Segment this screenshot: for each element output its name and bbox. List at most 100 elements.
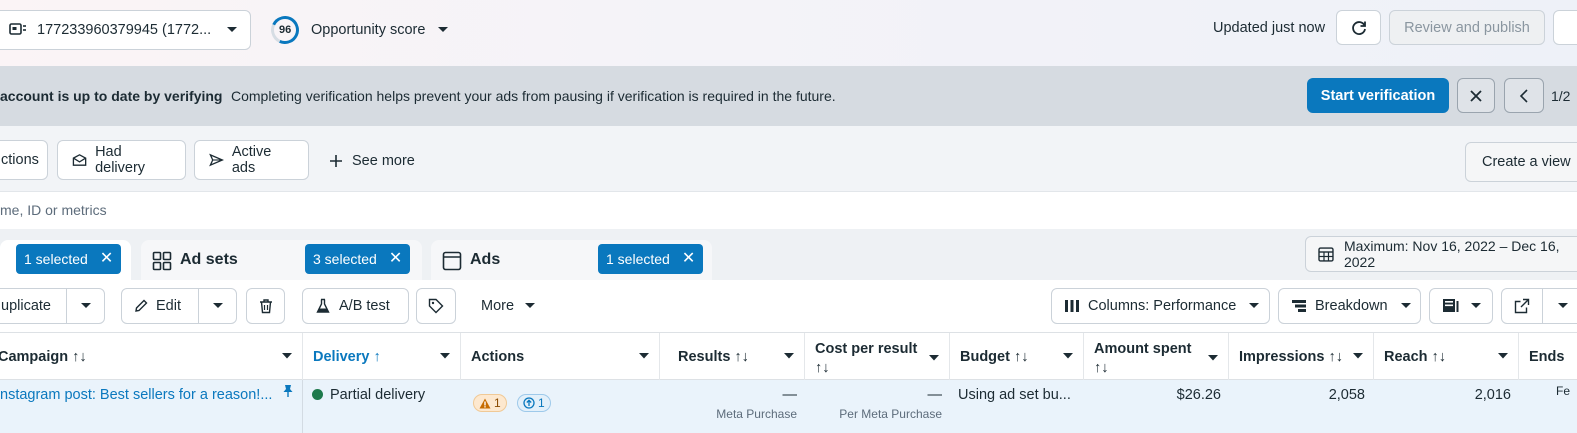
chevron-down-icon — [1557, 303, 1568, 308]
clear-selection-icon[interactable]: ✕ — [682, 251, 695, 267]
tab-ad-sets[interactable]: Ad sets 3 selected ✕ — [141, 240, 422, 280]
column-header-ends[interactable]: Ends — [1519, 333, 1577, 380]
table-row[interactable]: nstagram post: Best sellers for a reason… — [0, 380, 1577, 433]
ab-test-label: A/B test — [339, 298, 390, 314]
delete-button[interactable] — [246, 288, 285, 324]
column-header-budget[interactable]: Budget ↑↓ — [950, 333, 1084, 380]
warning-icon — [479, 398, 491, 408]
column-header-delivery[interactable]: Delivery ↑ — [303, 333, 461, 380]
column-label: Delivery ↑ — [313, 349, 381, 365]
reports-button[interactable] — [1429, 288, 1493, 324]
pin-icon[interactable] — [282, 384, 294, 398]
column-header-campaign[interactable]: Campaign ↑↓ — [0, 333, 303, 380]
duplicate-button[interactable]: uplicate — [0, 289, 66, 323]
refresh-button[interactable] — [1336, 10, 1381, 45]
see-more-button[interactable]: See more — [330, 153, 415, 169]
column-label: Ends — [1529, 349, 1565, 365]
ads-selected-pill[interactable]: 1 selected ✕ — [598, 244, 704, 274]
dismiss-banner-button[interactable] — [1457, 78, 1495, 113]
send-icon — [209, 153, 224, 167]
filter-chip-label: Had delivery — [95, 144, 146, 176]
chevron-left-icon — [1519, 88, 1528, 103]
verification-banner: account is up to date by verifying Compl… — [0, 66, 1577, 126]
clear-selection-icon[interactable]: ✕ — [100, 251, 113, 267]
breakdown-button[interactable]: Breakdown — [1278, 288, 1421, 324]
banner-message: Completing verification helps prevent yo… — [231, 88, 836, 104]
more-options-button[interactable] — [1553, 10, 1577, 45]
selected-count: 1 selected — [606, 251, 670, 267]
date-range-picker[interactable]: Maximum: Nov 16, 2022 – Dec 16, 2022 — [1305, 236, 1577, 272]
filter-chip-active-ads[interactable]: Active ads — [194, 140, 309, 180]
duplicate-label: uplicate — [1, 298, 51, 314]
banner-previous-button[interactable] — [1504, 78, 1544, 113]
campaigns-selected-pill[interactable]: 1 selected ✕ — [16, 244, 122, 274]
filter-bar: ctions Had delivery Active ads See more … — [0, 126, 1577, 192]
tab-ads[interactable]: Ads 1 selected ✕ — [431, 240, 712, 280]
column-header-results[interactable]: Results ↑↓ — [660, 333, 805, 380]
chevron-down-icon — [1498, 353, 1508, 359]
filter-chip-label: Active ads — [231, 144, 272, 176]
export-dropdown[interactable] — [1542, 289, 1577, 323]
edit-button-group: Edit — [121, 288, 237, 324]
column-header-actions[interactable]: Actions — [461, 333, 660, 380]
results-value: — — [782, 387, 798, 403]
filter-chip-had-delivery[interactable]: Had delivery — [57, 140, 186, 180]
trash-icon — [259, 299, 272, 314]
review-and-publish-button[interactable]: Review and publish — [1389, 10, 1545, 45]
columns-icon — [1065, 300, 1079, 312]
column-header-amount-spent[interactable]: Amount spent ↑↓ — [1084, 333, 1229, 380]
column-label: Actions — [471, 349, 525, 365]
chevron-down-icon — [1471, 303, 1481, 308]
column-header-impressions[interactable]: Impressions ↑↓ — [1229, 333, 1374, 380]
duplicate-dropdown[interactable] — [66, 289, 104, 323]
selected-count: 3 selected — [313, 251, 377, 267]
edit-label: Edit — [156, 298, 181, 314]
pencil-icon — [135, 299, 148, 312]
more-button[interactable]: More — [481, 298, 536, 314]
envelope-icon — [72, 154, 87, 166]
reports-icon — [1443, 299, 1459, 312]
tag-button[interactable] — [416, 288, 456, 324]
chevron-down-icon — [929, 355, 939, 361]
tab-label: Ads — [470, 251, 501, 268]
campaign-name-link[interactable]: nstagram post: Best sellers for a reason… — [0, 387, 272, 403]
warning-badge[interactable]: 1 — [473, 394, 507, 412]
duplicate-button-group: uplicate — [0, 288, 105, 324]
column-header-reach[interactable]: Reach ↑↓ — [1374, 333, 1519, 380]
tab-campaigns[interactable]: 1 selected ✕ — [0, 240, 131, 280]
start-verification-button[interactable]: Start verification — [1307, 78, 1449, 113]
account-icon — [9, 23, 26, 35]
cell-campaign: nstagram post: Best sellers for a reason… — [0, 380, 303, 433]
banner-page-index: 1/2 — [1551, 88, 1571, 104]
column-header-cost-per-result[interactable]: Cost per result ↑↓ — [805, 333, 950, 380]
ab-test-button[interactable]: A/B test — [302, 288, 409, 324]
date-range-label: Maximum: Nov 16, 2022 – Dec 16, 2022 — [1343, 238, 1560, 270]
search-input[interactable] — [0, 202, 600, 218]
chevron-down-icon — [282, 353, 292, 359]
recommendation-count: 1 — [538, 396, 545, 410]
export-button[interactable] — [1502, 289, 1542, 323]
create-view-button[interactable]: Create a view — [1465, 142, 1577, 182]
account-selector[interactable]: 177233960379945 (1772... — [0, 10, 251, 50]
tab-label: Ad sets — [180, 251, 238, 268]
reach-value: 2,016 — [1474, 387, 1511, 403]
clear-selection-icon[interactable]: ✕ — [389, 251, 402, 267]
edit-dropdown[interactable] — [198, 289, 236, 323]
filter-chip-actions[interactable]: ctions — [0, 140, 48, 180]
results-sub: Meta Purchase — [716, 407, 797, 421]
adsets-selected-pill[interactable]: 3 selected ✕ — [305, 244, 411, 274]
updated-status: Updated just now — [1213, 20, 1326, 36]
recommendation-badge[interactable]: 1 — [517, 394, 551, 412]
chevron-down-icon — [784, 353, 794, 359]
columns-button[interactable]: Columns: Performance — [1051, 288, 1270, 324]
amount-spent-value: $26.26 — [1176, 387, 1221, 403]
table-toolbar: uplicate Edit A/B test More Columns: Per… — [0, 280, 1577, 332]
banner-title: account is up to date by verifying — [0, 88, 223, 104]
search-bar — [0, 193, 1577, 229]
chevron-down-icon — [227, 27, 237, 32]
column-label: Results ↑↓ — [678, 349, 749, 365]
edit-button[interactable]: Edit — [122, 289, 198, 323]
breakdown-icon — [1292, 300, 1306, 312]
cost-per-result-value: — — [927, 387, 943, 403]
opportunity-score[interactable]: 96 Opportunity score — [267, 12, 449, 48]
